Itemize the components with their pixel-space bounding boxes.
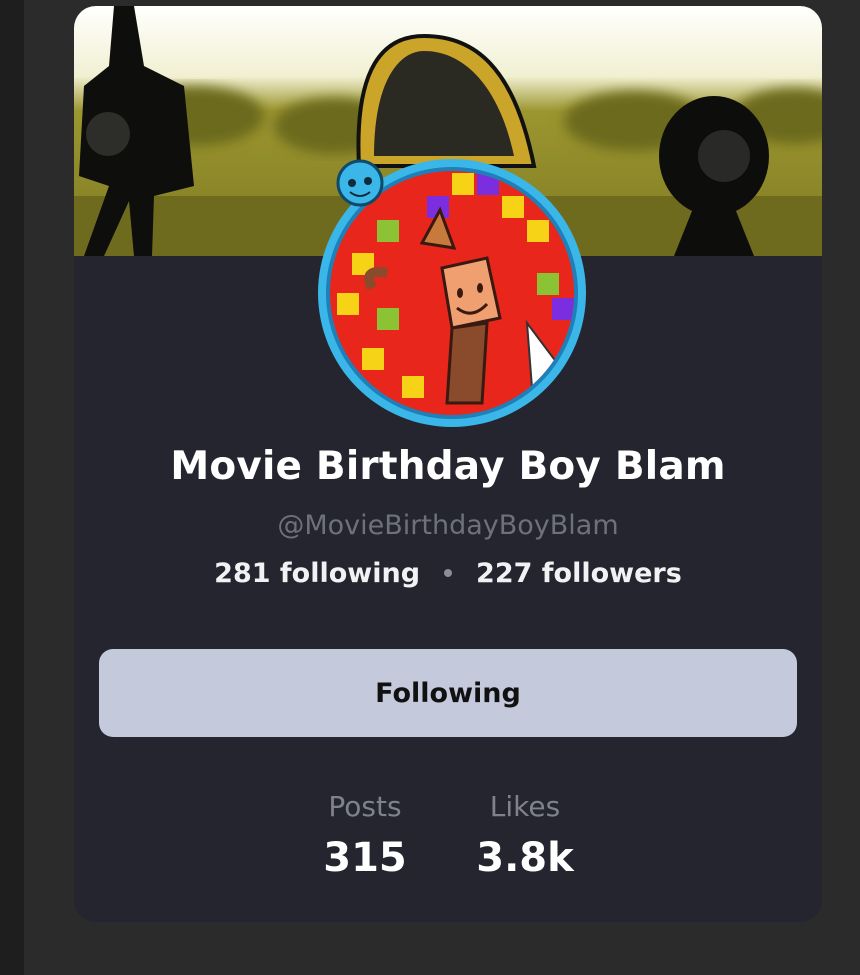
follow-stats: 281 following 227 followers — [74, 558, 822, 589]
likes-label: Likes — [489, 790, 561, 823]
left-sidebar-edge — [0, 0, 24, 975]
following-button[interactable]: Following — [99, 649, 797, 737]
separator-dot — [444, 568, 453, 577]
profile-avatar[interactable] — [312, 148, 592, 428]
following-count-link[interactable]: 281 following — [214, 558, 420, 589]
likes-count: 3.8k — [476, 835, 574, 881]
profile-card: Movie Birthday Boy Blam @MovieBirthdayBo… — [74, 6, 822, 922]
posts-metric[interactable]: Posts 315 — [295, 790, 435, 881]
profile-display-name: Movie Birthday Boy Blam — [170, 444, 726, 489]
followers-count-link[interactable]: 227 followers — [476, 558, 682, 589]
profile-handle: @MovieBirthdayBoyBlam — [277, 510, 619, 541]
posts-count: 315 — [323, 835, 407, 881]
likes-metric[interactable]: Likes 3.8k — [455, 790, 595, 881]
posts-label: Posts — [328, 790, 402, 823]
